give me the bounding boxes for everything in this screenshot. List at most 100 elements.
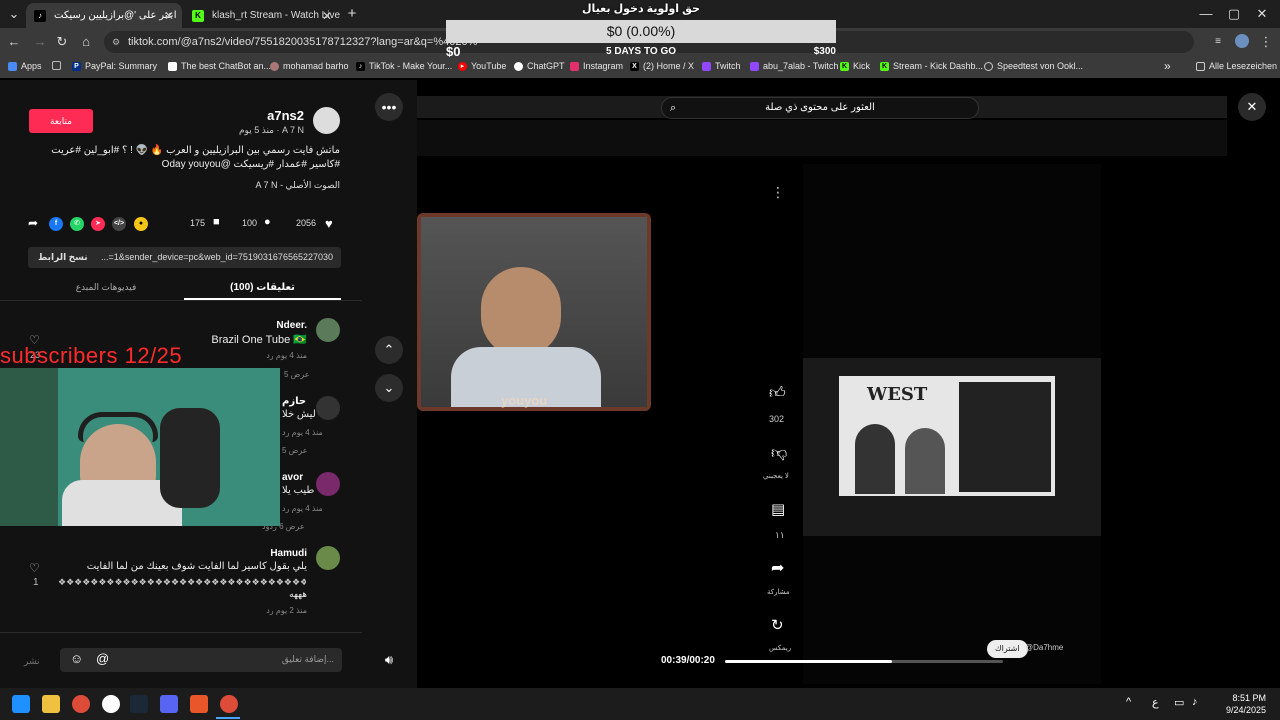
mention-icon[interactable]: @ <box>96 651 109 666</box>
close-video-button[interactable]: ✕ <box>1238 93 1266 121</box>
coin-icon[interactable]: ● <box>134 217 148 231</box>
comment-heart-icon[interactable]: ♡ <box>29 561 40 575</box>
tab-tiktok[interactable]: ♪ اعثر على '@برازيليين رسيكت ✕ <box>26 3 182 28</box>
forward-icon[interactable]: → <box>32 34 48 50</box>
comment-input[interactable]: ☺ @ إضافة تعليق... <box>60 648 342 672</box>
minimize-button[interactable]: — <box>1198 6 1214 22</box>
like-count: 2056 <box>296 218 317 228</box>
file-explorer-icon[interactable] <box>42 695 60 713</box>
video-progress-track[interactable] <box>725 660 1003 663</box>
bookmark-chatbot[interactable]: The best ChatBot an... <box>168 61 271 71</box>
author-avatar[interactable] <box>313 107 340 134</box>
bookmark-x[interactable]: X (2) Home / X <box>630 61 694 71</box>
new-tab-button[interactable]: + <box>344 6 360 22</box>
x-icon: X <box>630 61 639 71</box>
previous-video-button[interactable]: ⌃ <box>375 336 403 364</box>
heart-icon[interactable]: ♥ <box>325 216 333 231</box>
reading-list-icon[interactable]: ≡ <box>1210 34 1226 50</box>
discord-icon[interactable] <box>160 695 178 713</box>
embed-icon[interactable]: </> <box>112 217 126 231</box>
post-comment-button[interactable]: نشر <box>24 656 40 667</box>
bookmark-chatgpt[interactable]: ChatGPT <box>514 61 565 71</box>
follow-button[interactable]: متابعة <box>29 109 93 133</box>
input-language[interactable]: ع <box>1152 696 1159 709</box>
tab-creator-videos[interactable]: فيديوهات المبدع <box>28 282 184 293</box>
remix-icon[interactable]: ↻ <box>771 616 784 634</box>
close-window-button[interactable]: ✕ <box>1254 6 1270 22</box>
bookmark-icon[interactable]: ■ <box>213 216 220 228</box>
comment-avatar[interactable] <box>316 396 340 420</box>
author-username[interactable]: a7ns2 <box>267 108 304 123</box>
more-bookmarks-button[interactable]: » <box>1164 59 1171 73</box>
bookmark-kick[interactable]: K Kick <box>840 61 870 71</box>
view-replies[interactable]: عرض 5 <box>282 446 308 455</box>
bookmark-tiktok[interactable]: ♪ TikTok - Make Your... <box>356 61 452 71</box>
thumbs-down-icon[interactable]: 👎︎ <box>771 444 787 463</box>
chrome-icon[interactable] <box>72 695 90 713</box>
bookmark-twitch[interactable]: Twitch <box>702 61 741 71</box>
video-player[interactable]: ⌕ العثور على محتوى ذي صلة ✕ youyou WEST … <box>417 80 1280 688</box>
comment-icon[interactable]: ● <box>264 216 271 228</box>
tab-list-button[interactable]: ⌄ <box>6 6 22 22</box>
post-sound[interactable]: الصوت الأصلي - A 7 N <box>256 180 340 191</box>
volume-icon[interactable]: 🔊︎ <box>375 646 403 674</box>
reload-icon[interactable]: ↻ <box>54 34 70 50</box>
view-replies[interactable]: عرض 5 <box>284 370 310 379</box>
comment-avatar[interactable] <box>316 318 340 342</box>
comment-author[interactable]: Ndeer. <box>276 320 307 331</box>
menu-icon[interactable]: ⋮ <box>1258 34 1274 50</box>
bookmark-speedtest[interactable]: Speedtest von Ookl... <box>984 61 1083 71</box>
tab-kick[interactable]: K klash_rt Stream - Watch Live on ✕ <box>184 3 340 28</box>
comments-icon[interactable]: ▤ <box>771 500 785 518</box>
speaker-icon[interactable]: ♪ <box>1192 696 1198 708</box>
facebook-icon[interactable]: f <box>49 217 63 231</box>
home-icon[interactable]: ⌂ <box>78 34 94 50</box>
app-icon[interactable] <box>190 695 208 713</box>
donation-amount: $0 (0.00%) <box>606 23 676 39</box>
steam-icon[interactable] <box>130 695 148 713</box>
more-options-button[interactable]: ••• <box>375 93 403 121</box>
comment-author[interactable]: حازم <box>282 396 306 407</box>
system-clock[interactable]: 8:51 PM 9/24/2025 <box>1226 692 1266 716</box>
bookmark-youtube[interactable]: ▸ YouTube <box>458 61 506 71</box>
windows-start-icon[interactable] <box>12 695 30 713</box>
bookmark-apps[interactable]: Apps <box>8 61 42 71</box>
comment-placeholder: إضافة تعليق... <box>281 654 334 664</box>
chrome-active-icon[interactable] <box>220 695 238 713</box>
network-icon[interactable]: ▭ <box>1174 696 1184 709</box>
share-link-text: ...=1&sender_device=pc&web_id=7519031676… <box>101 252 333 262</box>
site-info-icon[interactable]: ⚙ <box>112 31 120 53</box>
obs-icon[interactable] <box>102 695 120 713</box>
video-search-bar[interactable]: ⌕ العثور على محتوى ذي صلة <box>661 97 979 119</box>
bookmark-abu7alab[interactable]: abu_7alab - Twitch <box>750 61 838 71</box>
comment-author[interactable]: Hamudi <box>270 548 307 559</box>
share-arrow-icon[interactable]: ➦ <box>28 216 38 230</box>
menu-dots-icon[interactable]: ⋮ <box>771 184 785 201</box>
subscribe-pill[interactable]: اشتراك <box>987 640 1028 658</box>
tab-search-icon[interactable] <box>52 61 65 70</box>
emoji-icon[interactable]: ☺ <box>70 651 83 666</box>
comment-avatar[interactable] <box>316 472 340 496</box>
bookmark-instagram[interactable]: Instagram <box>570 61 623 71</box>
bookmark-kick-dashboard[interactable]: K Stream - Kick Dashb... <box>880 61 983 71</box>
bookmark-mohamad[interactable]: mohamad barho <box>270 61 349 71</box>
next-video-button[interactable]: ⌄ <box>375 374 403 402</box>
tray-chevron-icon[interactable]: ^ <box>1126 696 1131 708</box>
bookmark-paypal[interactable]: P PayPal: Summary <box>72 61 157 71</box>
thumbs-up-icon[interactable]: 👍︎ <box>769 384 786 403</box>
back-icon[interactable]: ← <box>6 34 22 50</box>
comment-author[interactable]: avor <box>282 472 303 483</box>
share-icon[interactable]: ➦ <box>771 558 784 578</box>
tab-comments[interactable]: تعليقات (100) <box>184 282 341 293</box>
close-tab-icon[interactable]: ✕ <box>322 9 332 23</box>
maximize-button[interactable]: ▢ <box>1226 6 1242 22</box>
comment-avatar[interactable] <box>316 546 340 570</box>
close-tab-icon[interactable]: ✕ <box>164 9 174 23</box>
copy-link-button[interactable]: نسخ الرابط <box>38 247 88 268</box>
twitch-icon <box>750 61 759 71</box>
comment-meta: منذ 4 يوم رد <box>282 504 323 513</box>
profile-avatar[interactable] <box>1234 34 1250 50</box>
whatsapp-icon[interactable]: ✆ <box>70 217 84 231</box>
send-icon[interactable]: ➤ <box>91 217 105 231</box>
all-bookmarks[interactable]: Alle Lesezeichen <box>1196 61 1277 71</box>
